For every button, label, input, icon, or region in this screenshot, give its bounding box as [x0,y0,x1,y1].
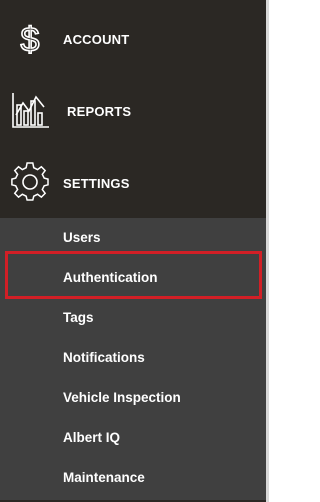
submenu-item-users[interactable]: Users [0,218,266,258]
nav-item-label: SETTINGS [63,176,130,191]
submenu-item-label: Notifications [63,350,145,365]
submenu-item-authentication[interactable]: Authentication [0,258,266,298]
nav-item-settings[interactable]: SETTINGS [0,145,266,217]
nav-item-label: REPORTS [67,104,132,119]
gear-icon [10,162,50,202]
submenu-item-label: Authentication [63,270,158,285]
submenu-item-albert-iq[interactable]: Albert IQ [0,418,266,458]
sidebar: $ ACCOUNT REPORTS SETTINGS Users Authent… [0,0,266,502]
submenu-item-label: Albert IQ [63,430,121,445]
svg-text:$: $ [21,21,40,59]
dollar-sign-icon: $ [10,19,50,60]
submenu-item-maintenance[interactable]: Maintenance [0,458,266,498]
submenu-item-label: Users [63,230,101,245]
sidebar-edge [266,0,269,502]
submenu-item-notifications[interactable]: Notifications [0,338,266,378]
settings-submenu: Users Authentication Tags Notifications … [0,218,266,502]
nav-item-account[interactable]: $ ACCOUNT [0,3,266,75]
nav-item-label: ACCOUNT [63,32,130,47]
nav-item-reports[interactable]: REPORTS [0,73,266,145]
submenu-item-tags[interactable]: Tags [0,298,266,338]
submenu-item-vehicle-inspection[interactable]: Vehicle Inspection [0,378,266,418]
submenu-item-label: Tags [63,310,94,325]
submenu-item-label: Vehicle Inspection [63,390,181,405]
bar-chart-icon [11,91,51,131]
submenu-item-label: Maintenance [63,470,145,485]
